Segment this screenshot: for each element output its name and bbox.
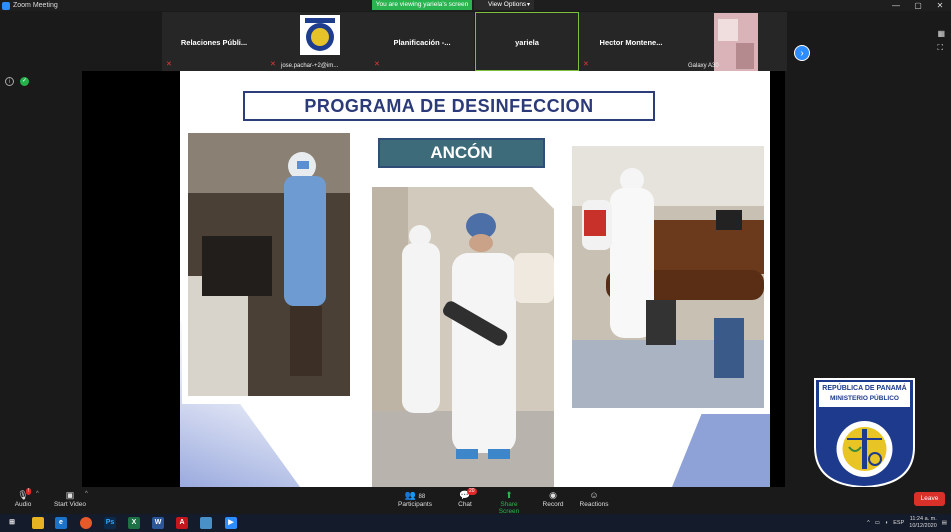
tray-expand-icon[interactable]: ^ <box>867 520 870 526</box>
clock[interactable]: 11:24 a. m. 10/12/2020 <box>909 516 937 530</box>
photo-workers-hallway <box>366 181 560 487</box>
share-screen-button[interactable]: ⬆ Share Screen <box>490 489 528 515</box>
chat-unread-badge: 20 <box>467 488 477 495</box>
fullscreen-icon[interactable]: ⛶ <box>937 43 945 53</box>
leave-button[interactable]: Leave <box>914 492 945 506</box>
firefox-icon[interactable] <box>80 517 92 529</box>
minimize-button[interactable]: — <box>885 0 907 11</box>
share-screen-label: Share Screen <box>498 501 520 515</box>
participants-count: 88 <box>418 494 426 500</box>
edge-browser-icon[interactable]: e <box>55 517 67 529</box>
participants-button[interactable]: 👥 88 Participants <box>395 489 435 508</box>
record-icon: ◉ <box>549 490 557 500</box>
windows-taskbar: ⊞ e Ps X W A ▶ ^ ▭ ◖ ESP 11:24 a. m. 10/… <box>0 514 951 532</box>
encryption-shield-icon[interactable]: ✓ <box>20 77 29 86</box>
windows-start-icon[interactable]: ⊞ <box>6 517 18 529</box>
system-tray: ^ ▭ ◖ ESP 11:24 a. m. 10/12/2020 ▤ <box>867 516 947 530</box>
record-button[interactable]: ◉ Record <box>540 489 566 508</box>
volume-icon[interactable]: ◖ <box>885 520 888 526</box>
muted-mic-icon: ✕ <box>166 61 172 68</box>
institute-logo: REPÚBLICA DE PANAMÁ MINISTERIO PÚBLICO <box>813 377 916 489</box>
slide-title: PROGRAMA DE DESINFECCION <box>243 91 655 121</box>
chat-label: Chat <box>458 501 472 508</box>
start-video-label: Start Video <box>53 501 87 508</box>
info-icon[interactable]: i <box>5 77 14 86</box>
participant-tile[interactable]: Planificación -... ✕ <box>370 12 474 71</box>
participant-tile-active[interactable]: yariela <box>475 12 579 71</box>
viewing-screen-banner: You are viewing yariela's screen <box>372 0 472 10</box>
reactions-label: Reactions <box>579 501 609 508</box>
network-icon[interactable]: ▭ <box>875 520 880 526</box>
acrobat-icon[interactable]: A <box>176 517 188 529</box>
chat-button[interactable]: 💬 20 Chat <box>453 488 477 508</box>
zoom-taskbar-icon[interactable]: ▶ <box>225 517 237 529</box>
participant-name: Planificación -... <box>393 38 451 47</box>
muted-mic-icon: ✕ <box>374 61 380 68</box>
notification-icon[interactable]: ▤ <box>942 520 947 526</box>
video-off-icon: ▣ <box>65 490 75 500</box>
window-controls: — ▢ ✕ <box>885 0 951 11</box>
participant-name: Hector Montene... <box>599 38 663 47</box>
start-video-button[interactable]: ▣ Start Video <box>52 489 88 508</box>
participant-name: Relaciones Públi... <box>180 38 248 47</box>
participants-label: Participants <box>398 501 432 508</box>
language-indicator[interactable]: ESP <box>893 520 904 526</box>
audio-options-caret[interactable]: ^ <box>36 491 39 497</box>
participant-tile[interactable]: Galaxy A30 <box>683 12 787 71</box>
photoshop-icon[interactable]: Ps <box>104 517 116 529</box>
muted-mic-icon: ✕ <box>270 61 276 68</box>
participant-tile[interactable]: Hector Montene... ✕ <box>579 12 683 71</box>
slide-subtitle: ANCÓN <box>378 138 545 168</box>
window-title: Zoom Meeting <box>13 2 58 9</box>
view-options-button[interactable]: View Options <box>474 0 534 10</box>
participant-tile[interactable]: ✕ jose.pachar-+2@im... <box>266 12 370 71</box>
reactions-button[interactable]: ☺ Reactions <box>578 489 610 508</box>
photo-worker-spraying <box>566 140 770 414</box>
photos-icon[interactable] <box>200 517 212 529</box>
record-label: Record <box>542 501 564 508</box>
grid-view-icon[interactable]: ▦ <box>937 29 945 38</box>
audio-button[interactable]: 🎙 ! Audio <box>12 488 34 508</box>
participant-label: jose.pachar-+2@im... <box>281 63 339 69</box>
share-screen-icon: ⬆ <box>505 490 513 500</box>
file-explorer-icon[interactable] <box>32 517 44 529</box>
excel-icon[interactable]: X <box>128 517 140 529</box>
video-options-caret[interactable]: ^ <box>85 491 88 497</box>
participant-name: yariela <box>515 38 539 47</box>
close-button[interactable]: ✕ <box>929 0 951 11</box>
word-icon[interactable]: W <box>152 517 164 529</box>
muted-mic-icon: ✕ <box>583 61 589 68</box>
participant-tile[interactable]: Relaciones Públi... ✕ <box>162 12 266 71</box>
clock-time: 11:24 a. m. <box>909 516 937 522</box>
participants-icon: 👥 88 <box>404 490 426 500</box>
zoom-app-icon <box>2 1 10 10</box>
zoom-window: Zoom Meeting — ▢ ✕ You are viewing yarie… <box>0 0 951 532</box>
meeting-controls: 🎙 ! Audio ^ ▣ Start Video ^ 👥 88 Partici… <box>0 487 951 515</box>
next-page-button[interactable]: › <box>794 45 810 61</box>
participant-label: Galaxy A30 <box>688 63 719 69</box>
maximize-button[interactable]: ▢ <box>907 0 929 11</box>
layout-icons: ▦ ⛶ <box>937 29 945 53</box>
meeting-info-icons: i ✓ <box>5 77 29 86</box>
logo-text-ministry: MINISTERIO PÚBLICO <box>830 393 899 402</box>
photo-worker-office <box>182 126 356 404</box>
reactions-icon: ☺ <box>589 490 599 500</box>
participant-strip: Relaciones Públi... ✕ ✕ jose.pachar-+2@i… <box>0 11 951 71</box>
participant-video-thumbnail <box>714 13 758 71</box>
clock-date: 10/12/2020 <box>909 523 937 529</box>
logo-text-country: REPÚBLICA DE PANAMÁ <box>822 383 906 392</box>
audio-label: Audio <box>14 501 32 508</box>
participant-logo-thumbnail <box>300 15 340 55</box>
